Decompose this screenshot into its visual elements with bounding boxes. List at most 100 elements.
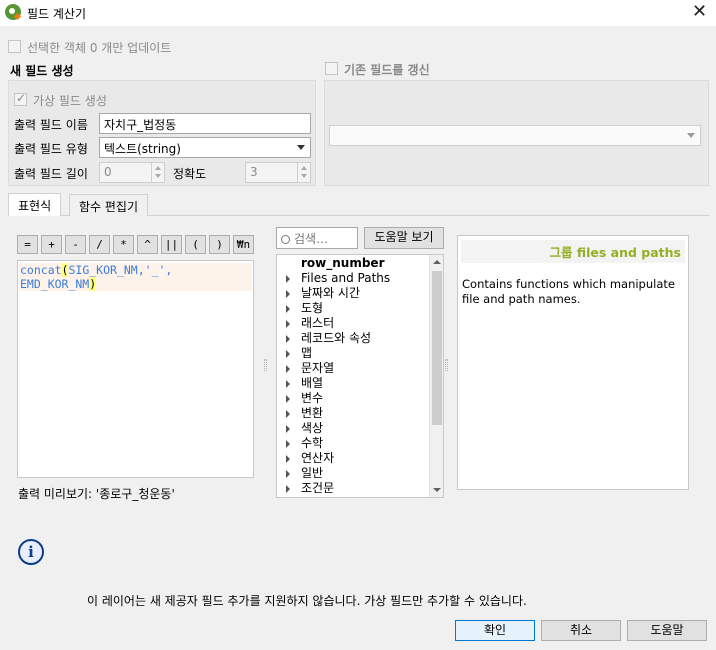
help-heading: 그룹 files and paths — [461, 240, 685, 263]
output-length-spinbox[interactable]: 0 — [99, 162, 165, 183]
expand-arrow-icon[interactable] — [286, 305, 290, 313]
expand-arrow-icon[interactable] — [286, 380, 290, 388]
tree-item-label: Files and Paths — [301, 271, 391, 285]
expand-arrow-icon[interactable] — [286, 455, 290, 463]
tree-item-label: 배열 — [301, 376, 324, 390]
expand-arrow-icon[interactable] — [286, 395, 290, 403]
tree-item[interactable]: row_number — [277, 256, 427, 271]
operator-button[interactable]: ^ — [137, 235, 158, 254]
tree-item-label: 색상 — [301, 421, 324, 435]
chevron-down-icon — [297, 145, 305, 150]
tree-item[interactable]: 색상 — [277, 421, 427, 436]
code-paren-close: ) — [89, 277, 97, 291]
tree-item[interactable]: 문자열 — [277, 361, 427, 376]
output-name-input[interactable]: 자치구_법정동 — [99, 113, 311, 134]
tab-function-editor[interactable]: 함수 편집기 — [69, 194, 149, 216]
update-selected-checkbox[interactable] — [8, 40, 21, 53]
expand-arrow-icon[interactable] — [286, 275, 290, 283]
output-length-label: 출력 필드 길이 — [14, 167, 88, 181]
tree-item[interactable]: 맵 — [277, 346, 427, 361]
output-type-value: 텍스트(string) — [104, 142, 181, 156]
expand-arrow-icon[interactable] — [286, 440, 290, 448]
tree-item[interactable]: 변환 — [277, 406, 427, 421]
output-type-label: 출력 필드 유형 — [14, 142, 88, 156]
tree-item[interactable]: Files and Paths — [277, 271, 427, 286]
tree-item[interactable]: 변수 — [277, 391, 427, 406]
operator-button[interactable]: - — [65, 235, 86, 254]
expand-arrow-icon[interactable] — [286, 335, 290, 343]
operator-button[interactable]: ) — [209, 235, 230, 254]
chevron-down-icon — [687, 133, 695, 138]
ok-button[interactable]: 확인 — [455, 620, 535, 641]
help-body: Contains functions which manipulate file… — [462, 277, 675, 306]
expand-arrow-icon[interactable] — [286, 365, 290, 373]
spin-arrows-icon — [297, 163, 310, 182]
tree-item[interactable]: 수학 — [277, 436, 427, 451]
expression-editor[interactable]: concat(SIG_KOR_NM,'_', EMD_KOR_NM) — [17, 260, 254, 478]
tree-item-label: 수학 — [301, 436, 324, 450]
splitter-handle[interactable] — [264, 359, 267, 371]
tree-item-label: 레코드와 속성 — [301, 331, 372, 345]
output-length-value: 0 — [104, 165, 112, 179]
search-icon — [281, 235, 290, 244]
function-tree[interactable]: row_number Files and Paths 날짜와 시간 도형 래스터 레코드와… — [276, 254, 444, 498]
virtual-field-label: 가상 필드 생성 — [33, 94, 107, 108]
tree-item[interactable]: 조건문 — [277, 481, 427, 496]
search-input[interactable]: 검색… — [276, 227, 358, 249]
expand-arrow-icon[interactable] — [286, 350, 290, 358]
output-type-select[interactable]: 텍스트(string) — [99, 137, 311, 158]
show-help-button[interactable]: 도움말 보기 — [364, 227, 444, 249]
title-bar: 필드 계산기 ✕ — [0, 0, 716, 26]
tree-scrollbar[interactable] — [429, 255, 443, 497]
tree-item-label: 연산자 — [301, 451, 335, 465]
new-field-group-title: 새 필드 생성 — [10, 64, 74, 78]
virtual-field-checkbox[interactable] — [14, 91, 27, 106]
code-function: concat — [20, 263, 62, 277]
spin-arrows-icon — [151, 163, 164, 182]
update-existing-checkbox[interactable] — [325, 62, 338, 75]
update-existing-label: 기존 필드를 갱신 — [344, 63, 430, 77]
operator-button[interactable]: = — [17, 235, 38, 254]
output-name-label: 출력 필드 이름 — [14, 118, 88, 132]
operator-button[interactable]: || — [161, 235, 182, 254]
operator-button[interactable]: / — [89, 235, 110, 254]
expand-arrow-icon[interactable] — [286, 425, 290, 433]
operator-toolbar: = + - / * ^ ||() ₩n — [17, 235, 257, 255]
scroll-up-icon[interactable] — [433, 260, 441, 264]
operator-button[interactable]: ₩n — [233, 235, 254, 254]
precision-spinbox[interactable]: 3 — [245, 162, 311, 183]
tree-item[interactable]: 일반 — [277, 466, 427, 481]
tab-expression[interactable]: 표현식 — [8, 193, 62, 216]
info-icon: i — [18, 539, 44, 565]
tree-item[interactable]: 도형 — [277, 301, 427, 316]
operator-button[interactable]: * — [113, 235, 134, 254]
expand-arrow-icon[interactable] — [286, 410, 290, 418]
operator-button[interactable]: + — [41, 235, 62, 254]
output-preview: 출력 미리보기: '종로구_청운동' — [18, 487, 175, 501]
tree-item-label: 날짜와 시간 — [301, 286, 361, 300]
tree-item[interactable]: 날짜와 시간 — [277, 286, 427, 301]
operator-button[interactable]: ( — [185, 235, 206, 254]
search-placeholder: 검색… — [294, 232, 329, 246]
tree-item-label: 래스터 — [301, 316, 335, 330]
cancel-button[interactable]: 취소 — [541, 620, 621, 641]
close-icon[interactable]: ✕ — [692, 1, 707, 22]
tree-item[interactable]: 연산자 — [277, 451, 427, 466]
scroll-down-icon[interactable] — [433, 488, 441, 492]
tree-item[interactable]: 레코드와 속성 — [277, 331, 427, 346]
tree-item-label: row_number — [301, 256, 385, 270]
expand-arrow-icon[interactable] — [286, 470, 290, 478]
help-button[interactable]: 도움말 — [627, 620, 707, 641]
qgis-icon — [5, 4, 21, 20]
scroll-thumb[interactable] — [432, 271, 442, 425]
tree-item[interactable]: 래스터 — [277, 316, 427, 331]
tree-item[interactable]: 배열 — [277, 376, 427, 391]
expand-arrow-icon[interactable] — [286, 290, 290, 298]
expand-arrow-icon[interactable] — [286, 320, 290, 328]
splitter-handle[interactable] — [445, 359, 448, 371]
expand-arrow-icon[interactable] — [286, 485, 290, 493]
info-message: 이 레이어는 새 제공자 필드 추가를 지원하지 않습니다. 가상 필드만 추가… — [87, 594, 527, 608]
existing-field-select[interactable] — [329, 125, 701, 146]
code-args-2: EMD_KOR_NM — [20, 277, 90, 291]
precision-label: 정확도 — [173, 167, 207, 181]
